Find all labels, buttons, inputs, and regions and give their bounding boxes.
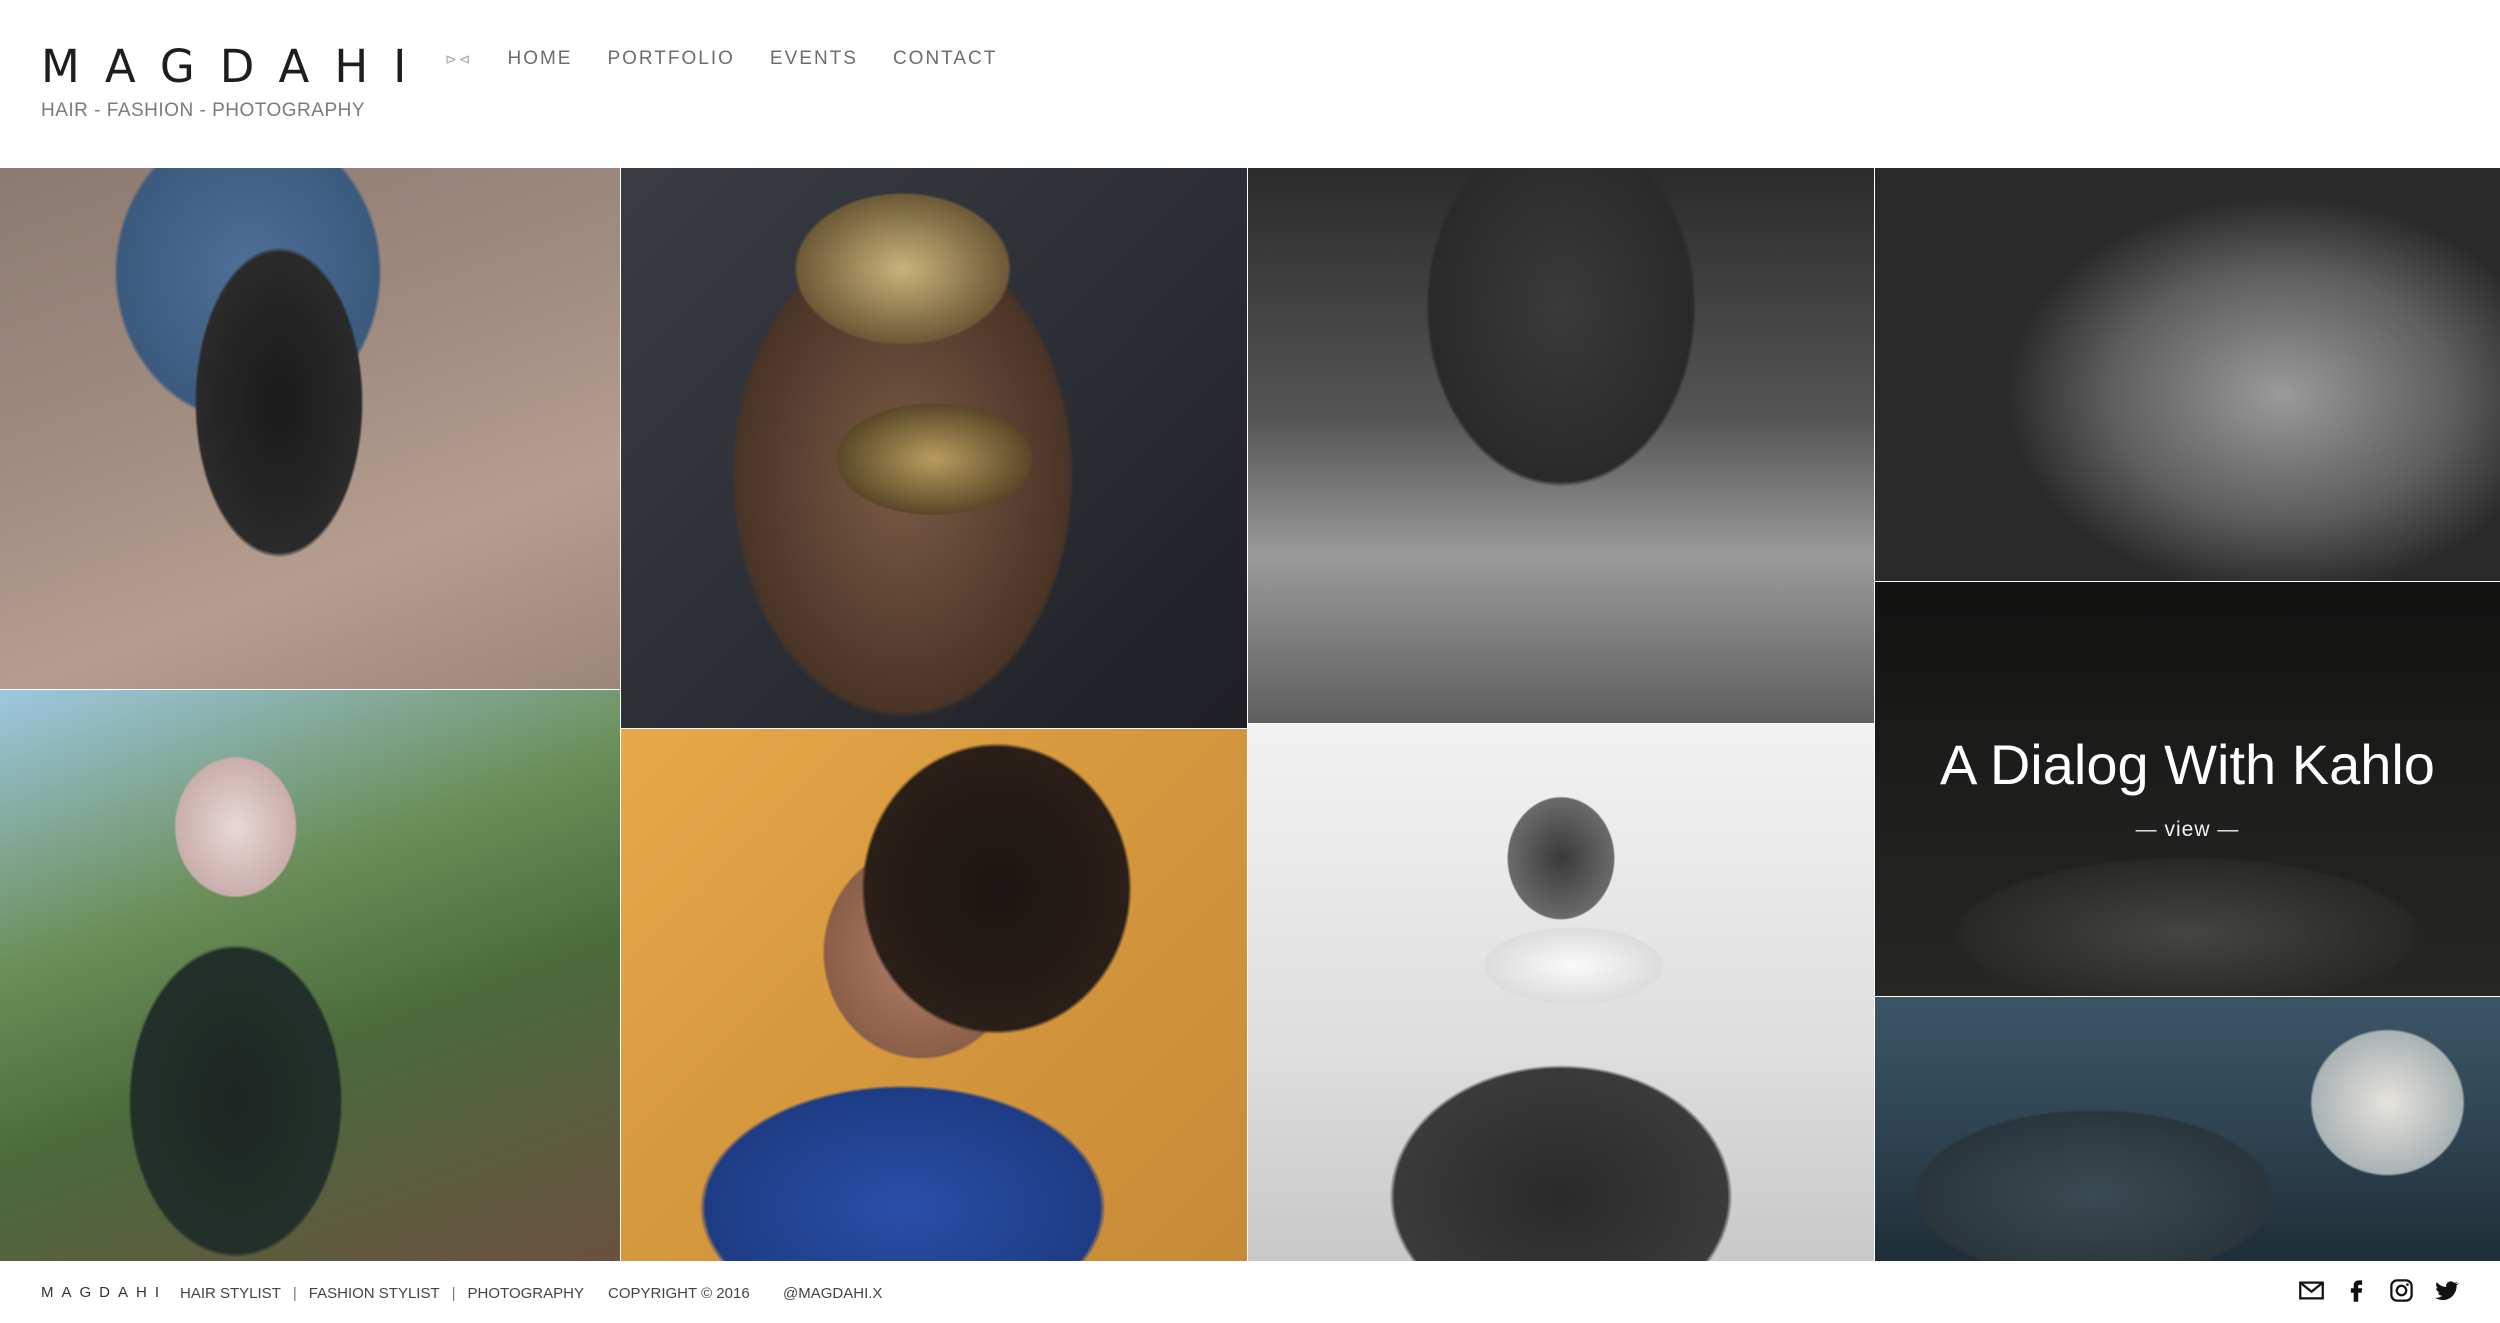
footer-link-hair[interactable]: HAIR STYLIST	[180, 1285, 281, 1302]
feature-view-link[interactable]: — view —	[1875, 818, 2500, 842]
gallery-tile-bull-portrait[interactable]	[1875, 997, 2500, 1261]
site-tagline: HAIR - FASHION - PHOTOGRAPHY	[41, 100, 366, 121]
footer-link-photography[interactable]: PHOTOGRAPHY	[468, 1285, 584, 1302]
site-footer: MAGDAHI HAIR STYLIST | FASHION STYLIST |…	[0, 1261, 2500, 1323]
nav-home[interactable]: HOME	[507, 48, 572, 70]
nav-contact[interactable]: CONTACT	[893, 48, 997, 70]
footer-link-fashion[interactable]: FASHION STYLIST	[309, 1285, 440, 1302]
footer-handle[interactable]: @MAGDAHI.X	[783, 1285, 882, 1302]
social-links	[2298, 1277, 2460, 1304]
gallery-tile-fur[interactable]	[1875, 168, 2500, 581]
gallery-tile-curly-portrait[interactable]	[621, 729, 1247, 1261]
footer-separator: |	[292, 1285, 297, 1302]
gallery-tile-mustache-portrait[interactable]	[1248, 724, 1874, 1261]
gallery-tile-church-aisle[interactable]	[1248, 168, 1874, 723]
footer-logo[interactable]: MAGDAHI	[41, 1284, 167, 1301]
facebook-icon[interactable]	[2343, 1277, 2370, 1304]
portfolio-gallery: A Dialog With Kahlo — view —	[0, 168, 2500, 1261]
site-logo[interactable]: MAGDAHI	[41, 40, 431, 93]
footer-copyright: COPYRIGHT © 2016	[608, 1285, 750, 1302]
mail-icon[interactable]	[2298, 1277, 2325, 1304]
instagram-icon[interactable]	[2388, 1277, 2415, 1304]
footer-separator: |	[451, 1285, 456, 1302]
nav-events[interactable]: EVENTS	[770, 48, 858, 70]
twitter-icon[interactable]	[2433, 1277, 2460, 1304]
site-header: MAGDAHI HAIR - FASHION - PHOTOGRAPHY ⊳⊲ …	[0, 0, 2500, 168]
gallery-tile-feature[interactable]: A Dialog With Kahlo — view —	[1875, 582, 2500, 996]
gallery-tile-gold-jewelry[interactable]	[621, 168, 1247, 728]
main-nav: ⊳⊲ HOME PORTFOLIO EVENTS CONTACT	[445, 48, 1032, 70]
nav-ornament-icon: ⊳⊲	[445, 50, 473, 67]
feature-title: A Dialog With Kahlo	[1940, 733, 2435, 796]
gallery-tile-garden-portrait[interactable]	[0, 690, 620, 1261]
gallery-tile-runway[interactable]	[0, 168, 620, 689]
nav-portfolio[interactable]: PORTFOLIO	[607, 48, 734, 70]
footer-services: HAIR STYLIST | FASHION STYLIST | PHOTOGR…	[180, 1285, 584, 1302]
